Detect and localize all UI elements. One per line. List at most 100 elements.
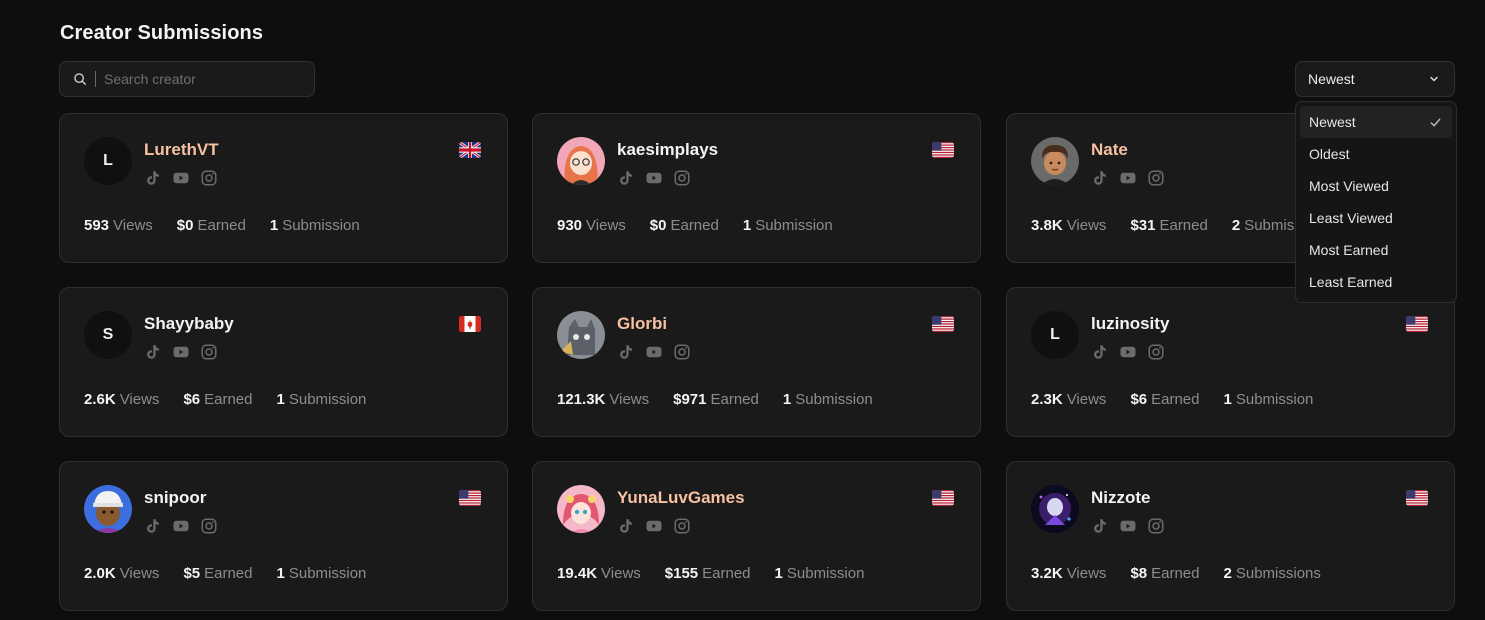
submissions-stat: 2 Submissions [1224,565,1321,582]
avatar-image [1031,137,1079,185]
sort-option-label: Most Earned [1309,242,1389,258]
creator-name[interactable]: luzinosity [1091,314,1169,334]
earned-value: $155 [664,565,699,582]
youtube-icon[interactable] [172,517,190,535]
us-flag-icon [932,142,954,158]
sort-option-most-viewed[interactable]: Most Viewed [1300,170,1452,202]
youtube-icon[interactable] [645,517,663,535]
sort-option-least-viewed[interactable]: Least Viewed [1300,202,1452,234]
instagram-icon[interactable] [673,169,691,187]
submissions-value: 1 [269,217,279,234]
sort-option-label: Newest [1309,114,1356,130]
creator-card[interactable]: Nizzote 3.2K Views $8 Earned 2 Submissions [1006,461,1455,611]
views-stat: 593 Views [84,217,153,234]
tiktok-icon[interactable] [617,343,635,361]
instagram-icon[interactable] [1147,517,1165,535]
submissions-label: Submission [1235,391,1314,408]
creator-name[interactable]: Nate [1091,140,1128,160]
creator-card[interactable]: kaesimplays 930 Views $0 Earned 1 Submissio… [532,113,981,263]
creator-name[interactable]: snipoor [144,488,206,508]
submissions-value: 2 [1231,217,1241,234]
instagram-icon[interactable] [200,169,218,187]
sort-option-oldest[interactable]: Oldest [1300,138,1452,170]
avatar-initial: L [1050,326,1060,343]
submissions-value: 1 [1223,391,1232,408]
avatar: S [84,311,132,359]
instagram-icon[interactable] [1147,343,1165,361]
views-label: Views [1066,565,1107,582]
creator-name[interactable]: YunaLuvGames [617,488,745,508]
tiktok-icon[interactable] [1091,517,1109,535]
search-input[interactable] [104,71,294,87]
creator-stats: 930 Views $0 Earned 1 Submission [557,217,833,234]
sort-option-label: Oldest [1309,146,1350,162]
creator-card[interactable]: snipoor 2.0K Views $5 Earned 1 Submission [59,461,508,611]
creator-card[interactable]: YunaLuvGames 19.4K Views $155 Earned 1 Subm… [532,461,981,611]
uk-flag-icon [459,142,481,158]
creator-name[interactable]: kaesimplays [617,140,718,160]
submissions-value: 1 [774,565,783,582]
youtube-icon[interactable] [1119,517,1137,535]
us-flag-icon [932,490,954,506]
avatar [557,485,605,533]
creator-stats: 2.0K Views $5 Earned 1 Submission [84,565,366,582]
youtube-icon[interactable] [1119,169,1137,187]
earned-value: $8 [1130,565,1148,582]
youtube-icon[interactable] [172,343,190,361]
creator-card[interactable]: L luzinosity 2.3K Views $6 Earned 1 Submiss… [1006,287,1455,437]
avatar: L [1031,311,1079,359]
youtube-icon[interactable] [645,343,663,361]
earned-stat: $5 Earned [183,565,252,582]
earned-label: Earned [670,217,719,234]
youtube-icon[interactable] [645,169,663,187]
tiktok-icon[interactable] [144,343,162,361]
avatar-image [557,311,605,359]
tiktok-icon[interactable] [1091,169,1109,187]
views-stat: 121.3K Views [557,391,649,408]
sort-option-least-earned[interactable]: Least Earned [1300,266,1452,298]
tiktok-icon[interactable] [144,169,162,187]
us-flag-icon [932,316,954,332]
instagram-icon[interactable] [200,343,218,361]
earned-label: Earned [1151,565,1200,582]
earned-label: Earned [710,391,759,408]
sort-option-newest[interactable]: Newest [1300,106,1452,138]
earned-value: $6 [183,391,201,408]
youtube-icon[interactable] [1119,343,1137,361]
creator-name[interactable]: Glorbi [617,314,667,334]
sort-dropdown[interactable]: Newest [1295,61,1455,97]
creator-name[interactable]: Nizzote [1091,488,1151,508]
creator-name[interactable]: Shayybaby [144,314,234,334]
social-links [617,169,691,187]
search-box[interactable] [59,61,315,97]
earned-stat: $8 Earned [1130,565,1199,582]
avatar [1031,137,1079,185]
views-label: Views [586,217,626,234]
instagram-icon[interactable] [1147,169,1165,187]
tiktok-icon[interactable] [617,517,635,535]
social-links [1091,343,1165,361]
tiktok-icon[interactable] [144,517,162,535]
earned-label: Earned [702,565,751,582]
tiktok-icon[interactable] [617,169,635,187]
creator-card[interactable]: L LurethVT 593 Views $0 Earned 1 Submission [59,113,508,263]
instagram-icon[interactable] [200,517,218,535]
creator-name[interactable]: LurethVT [144,140,219,160]
creator-card[interactable]: Glorbi 121.3K Views $971 Earned 1 Submissio… [532,287,981,437]
views-label: Views [113,217,153,234]
instagram-icon[interactable] [673,343,691,361]
youtube-icon[interactable] [172,169,190,187]
earned-stat: $6 Earned [183,391,252,408]
views-value: 930 [557,217,583,234]
creator-card[interactable]: S Shayybaby 2.6K Views $6 Earned 1 Submissi… [59,287,508,437]
instagram-icon[interactable] [673,517,691,535]
submissions-value: 1 [782,391,792,408]
creator-stats: 19.4K Views $155 Earned 1 Submission [557,565,864,582]
social-links [144,343,218,361]
avatar [84,485,132,533]
submissions-value: 2 [1223,565,1232,582]
tiktok-icon[interactable] [1091,343,1109,361]
avatar [557,137,605,185]
sort-option-most-earned[interactable]: Most Earned [1300,234,1452,266]
sort-option-label: Least Earned [1309,274,1393,290]
